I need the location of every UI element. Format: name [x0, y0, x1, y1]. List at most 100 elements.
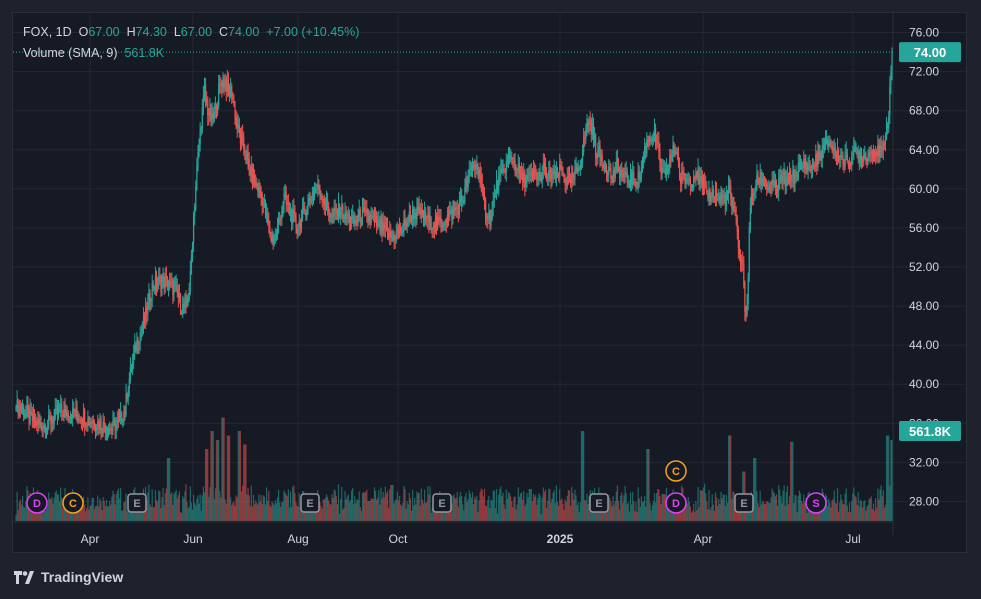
volume-bar: [403, 485, 405, 521]
candle-body: [96, 427, 98, 430]
candle-body: [24, 413, 26, 418]
volume-bar: [648, 449, 650, 521]
candle-body: [665, 167, 668, 173]
candle-body: [258, 187, 260, 193]
event-marker-letter: C: [672, 466, 680, 478]
candle-body: [58, 410, 61, 412]
volume-bar: [320, 505, 322, 521]
candle-body: [625, 171, 627, 176]
symbol-label[interactable]: FOX: [23, 25, 49, 39]
candle-body: [787, 178, 790, 182]
volume-bar: [400, 504, 402, 521]
candle-body: [347, 214, 349, 218]
volume-bar: [465, 492, 467, 521]
volume-bar: [89, 506, 91, 521]
volume-bar: [189, 486, 191, 521]
candle-body: [560, 166, 562, 168]
candle-body: [449, 210, 451, 217]
candle-body: [614, 168, 616, 179]
candle-body: [289, 210, 292, 212]
candle-body: [407, 220, 409, 224]
volume-bar: [244, 444, 246, 521]
volume-bar: [335, 496, 337, 521]
candle-body: [100, 418, 102, 430]
volume-bar: [195, 504, 197, 521]
volume-bar: [625, 493, 627, 521]
candle-body: [851, 157, 853, 166]
volume-indicator-label[interactable]: Volume (SMA, 9): [23, 46, 117, 60]
volume-bar: [361, 493, 364, 521]
volume-bar: [20, 504, 23, 521]
volume-bar: [370, 498, 372, 521]
volume-bar: [780, 496, 782, 521]
candle-body: [843, 162, 845, 165]
candle-body: [37, 419, 39, 425]
candle-body: [687, 178, 689, 180]
candle-body: [514, 158, 516, 166]
volume-bar: [288, 507, 291, 521]
candle-body: [29, 409, 31, 424]
volume-bar: [183, 498, 185, 521]
volume-bar: [577, 502, 579, 521]
volume-bar: [365, 491, 367, 521]
candle-body: [270, 236, 272, 241]
candle-body: [796, 173, 798, 177]
volume-bar: [463, 510, 465, 521]
candle-body: [252, 173, 255, 185]
volume-bar: [376, 499, 378, 521]
candle-body: [19, 405, 21, 410]
candle-body: [562, 172, 564, 175]
volume-bar: [624, 486, 626, 521]
candle-body: [484, 199, 487, 217]
y-tick-label: 48.00: [909, 299, 939, 313]
volume-bar: [282, 501, 284, 521]
chart-canvas[interactable]: 76.00 72.00 68.00 64.00 60.00 56.00 52.00 48.00…: [0, 0, 981, 599]
volume-bar: [374, 490, 377, 521]
volume-bar: [190, 502, 193, 521]
candle-body: [461, 194, 463, 202]
volume-bar: [356, 499, 358, 521]
volume-bar: [325, 494, 328, 521]
volume-bar: [18, 502, 20, 521]
volume-bar: [572, 493, 574, 521]
candle-body: [376, 216, 378, 226]
volume-bar: [407, 504, 409, 521]
candle-body: [318, 184, 320, 190]
candle-body: [735, 214, 737, 220]
candle-body: [208, 113, 210, 115]
volume-bar: [362, 492, 365, 521]
volume-bar: [877, 488, 879, 521]
candle-body: [195, 186, 197, 210]
volume-bar: [354, 496, 356, 521]
candle-body: [146, 306, 148, 315]
volume-bar: [97, 495, 99, 521]
volume-bar: [271, 501, 273, 521]
candle-body: [315, 188, 317, 191]
candle-body: [754, 192, 756, 194]
candle-body: [799, 164, 802, 166]
volume-bar: [701, 490, 704, 521]
volume-bar: [526, 493, 528, 521]
candle-body: [819, 152, 821, 158]
candle-body: [724, 194, 726, 206]
candle-body: [52, 419, 54, 424]
volume-bar: [769, 502, 771, 521]
candle-body: [506, 161, 508, 163]
candle-body: [216, 104, 219, 115]
candle-body: [234, 104, 236, 119]
candle-body: [123, 411, 125, 423]
volume-bar: [286, 496, 288, 521]
candle-body: [49, 417, 51, 419]
volume-bar: [802, 503, 804, 521]
volume-bar: [505, 489, 507, 521]
candle-body: [392, 235, 394, 240]
tradingview-logo[interactable]: TradingView: [14, 569, 123, 585]
interval-label[interactable]: 1D: [56, 25, 72, 39]
candle-body: [496, 181, 499, 192]
candle-body: [500, 169, 502, 175]
candle-body: [335, 210, 337, 213]
volume-bar: [616, 485, 619, 521]
high-label: H: [126, 25, 136, 39]
volume-bar: [49, 498, 51, 521]
candle-body: [245, 154, 247, 160]
